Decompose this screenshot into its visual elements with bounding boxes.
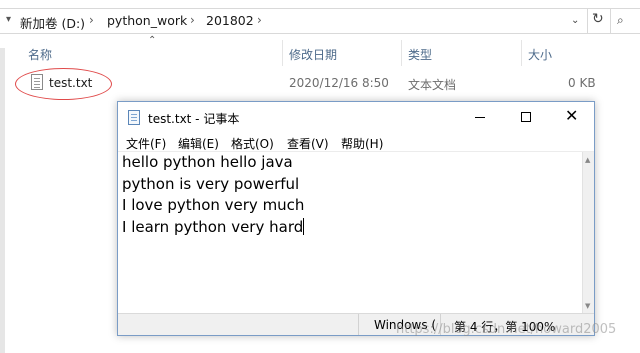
column-separator[interactable]: [521, 40, 522, 66]
menu-file[interactable]: 文件(F): [126, 135, 166, 152]
close-button[interactable]: ✕: [549, 102, 595, 132]
menu-help[interactable]: 帮助(H): [341, 135, 383, 152]
search-icon[interactable]: ⌕: [617, 13, 624, 28]
breadcrumb-201802[interactable]: 201802: [206, 13, 254, 28]
address-bar[interactable]: ▾ 新加卷 (D:) › python_work › 201802 › ⌄ ↻ …: [0, 8, 640, 34]
status-divider: [358, 314, 359, 335]
watermark: https://blog.csdn.net/howard2005: [396, 322, 617, 337]
text-line: I learn python very hard: [122, 217, 304, 236]
address-divider: [587, 9, 588, 33]
recent-locations-chevron-icon[interactable]: ▾: [6, 14, 11, 25]
text-line: I love python very much: [122, 196, 305, 214]
breadcrumb-chevron-icon[interactable]: ›: [190, 13, 195, 27]
column-header-modified[interactable]: 修改日期: [289, 46, 337, 63]
title-bar[interactable]: test.txt - 记事本 ✕: [118, 102, 594, 132]
maximize-icon: [521, 112, 531, 122]
notepad-window[interactable]: test.txt - 记事本 ✕ 文件(F) 编辑(E) 格式(O) 查看(V)…: [117, 101, 595, 336]
text-editor[interactable]: hello python hello java python is very p…: [122, 152, 578, 310]
text-line: python is very powerful: [122, 174, 300, 193]
column-separator[interactable]: [401, 40, 402, 66]
file-type: 文本文档: [408, 78, 457, 92]
close-icon: ✕: [565, 106, 579, 125]
window-title: test.txt - 记事本: [148, 112, 240, 126]
menu-format[interactable]: 格式(O): [231, 135, 274, 152]
menu-view[interactable]: 查看(V): [287, 135, 329, 152]
column-header-type[interactable]: 类型: [408, 46, 432, 63]
breadcrumb-chevron-icon[interactable]: ›: [89, 13, 94, 27]
minimize-button[interactable]: [457, 102, 503, 132]
address-dropdown-icon[interactable]: ⌄: [571, 15, 579, 26]
breadcrumb-chevron-icon[interactable]: ›: [257, 13, 262, 27]
scroll-up-icon[interactable]: ▲: [585, 156, 590, 164]
menu-bar: 文件(F) 编辑(E) 格式(O) 查看(V) 帮助(H): [118, 132, 594, 152]
menu-edit[interactable]: 编辑(E): [178, 135, 219, 152]
column-header-size[interactable]: 大小: [528, 46, 552, 63]
scroll-down-icon[interactable]: ▼: [585, 302, 590, 310]
column-separator[interactable]: [282, 40, 283, 66]
minimize-icon: [475, 117, 485, 118]
refresh-icon[interactable]: ↻: [592, 11, 604, 27]
highlight-ellipse: [15, 68, 112, 100]
vertical-scrollbar[interactable]: ▲ ▼: [582, 152, 594, 313]
file-size: 0 KB: [568, 76, 596, 90]
text-caret: [303, 217, 305, 235]
search-divider: [610, 9, 611, 33]
breadcrumb-python-work[interactable]: python_work: [107, 13, 187, 28]
breadcrumb-drive[interactable]: 新加卷 (D:): [20, 13, 85, 32]
text-line-current: I learn python very hard: [122, 217, 578, 239]
maximize-button[interactable]: [503, 102, 549, 132]
text-line: hello python hello java: [122, 153, 293, 171]
column-header-name[interactable]: 名称: [28, 46, 52, 63]
notepad-icon[interactable]: [128, 110, 140, 125]
file-modified: 2020/12/16 8:50: [289, 76, 389, 90]
sort-ascending-icon: ⌃: [148, 35, 157, 46]
